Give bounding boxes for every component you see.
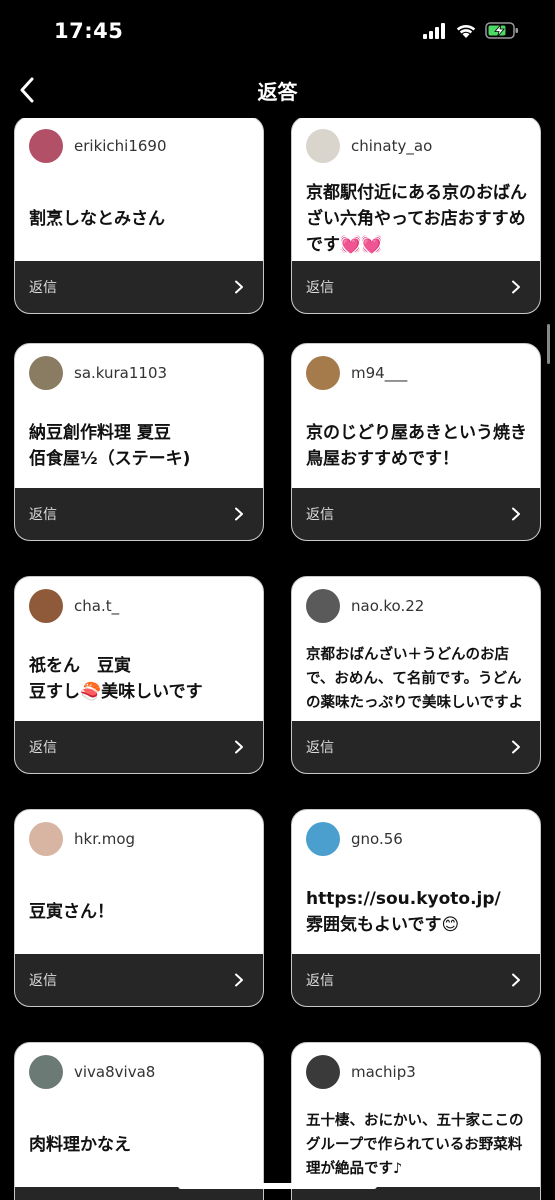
username[interactable]: gno.56	[351, 830, 403, 848]
avatar[interactable]	[29, 356, 63, 390]
card-header: cha.t_	[29, 589, 119, 623]
reply-button[interactable]: 返信	[292, 261, 540, 313]
reply-label: 返信	[306, 973, 334, 989]
response-text: 京のじどり屋あきという焼き鳥屋おすすめです！	[306, 423, 527, 469]
chevron-right-icon	[512, 280, 520, 294]
card-header: gno.56	[306, 822, 403, 856]
username[interactable]: sa.kura1103	[74, 364, 167, 382]
chevron-right-icon	[512, 973, 520, 987]
card-header: sa.kura1103	[29, 356, 167, 390]
username[interactable]: nao.ko.22	[351, 597, 424, 615]
response-card: cha.t_ 祇をん 豆寅 豆すし🍣美味しいです返信	[14, 576, 264, 774]
username[interactable]: hkr.mog	[74, 830, 135, 848]
response-text: https://sou.kyoto.jp/ 雰囲気もよいです😊	[306, 889, 501, 935]
response-card: sa.kura1103 納豆創作料理 夏豆 佰食屋½（ステーキ) 返信	[14, 343, 264, 541]
card-header: erikichi1690	[29, 129, 167, 163]
response-card: m94___ 京のじどり屋あきという焼き鳥屋おすすめです！ 返信	[291, 343, 541, 541]
status-bar: 17:45	[0, 0, 555, 62]
avatar[interactable]	[306, 356, 340, 390]
card-header: viva8viva8	[29, 1055, 155, 1089]
username[interactable]: machip3	[351, 1063, 416, 1081]
response-card: chinaty_ao 京都駅付近にある京のおばんざい六角やってお店おすすめです💓💓…	[291, 118, 541, 314]
response-text: 割烹しなとみさん	[29, 209, 165, 229]
reply-label: 返信	[29, 507, 57, 523]
reply-label: 返信	[29, 280, 57, 296]
username[interactable]: erikichi1690	[74, 137, 167, 155]
response-card: erikichi1690 割烹しなとみさん返信	[14, 118, 264, 314]
cellular-signal-icon	[423, 22, 445, 39]
avatar[interactable]	[306, 129, 340, 163]
response-text: 肉料理かなえ	[29, 1135, 131, 1155]
nav-bar: 返答	[0, 62, 555, 118]
reply-label: 返信	[306, 507, 334, 523]
reply-label: 返信	[29, 740, 57, 756]
username[interactable]: chinaty_ao	[351, 137, 432, 155]
response-text: 納豆創作料理 夏豆 佰食屋½（ステーキ)	[29, 423, 191, 469]
avatar[interactable]	[29, 129, 63, 163]
status-time: 17:45	[54, 19, 124, 43]
avatar[interactable]	[29, 1055, 63, 1089]
response-card: viva8viva8肉料理かなえ返信	[14, 1042, 264, 1200]
wifi-icon	[456, 24, 476, 38]
card-header: nao.ko.22	[306, 589, 424, 623]
response-text: 五十棲、おにかい、五十家ここのグループで作られているお野菜料理が絶品です♪	[306, 1113, 524, 1177]
reply-button[interactable]: 返信	[292, 954, 540, 1006]
reply-label: 返信	[306, 740, 334, 756]
scroll-indicator[interactable]	[547, 324, 550, 364]
reply-button[interactable]: 返信	[15, 954, 263, 1006]
avatar[interactable]	[306, 822, 340, 856]
card-header: hkr.mog	[29, 822, 135, 856]
reply-button[interactable]: 返信	[292, 488, 540, 540]
chevron-right-icon	[235, 507, 243, 521]
battery-charging-icon	[485, 22, 518, 39]
chevron-right-icon	[235, 740, 243, 754]
chevron-right-icon	[235, 973, 243, 987]
avatar[interactable]	[306, 589, 340, 623]
card-header: machip3	[306, 1055, 416, 1089]
response-text: 京都おばんざい＋うどんのお店で、おめん、て名前です。うどんの薬味たっぷりで美味し…	[306, 647, 524, 711]
card-header: m94___	[306, 356, 407, 390]
username[interactable]: viva8viva8	[74, 1063, 155, 1081]
card-header: chinaty_ao	[306, 129, 432, 163]
response-card: machip3 五十棲、おにかい、五十家ここのグループで作られているお野菜料理が絶…	[291, 1042, 541, 1200]
reply-button[interactable]: 返信	[15, 721, 263, 773]
reply-label: 返信	[306, 280, 334, 296]
username[interactable]: cha.t_	[74, 597, 119, 615]
response-text: 祇をん 豆寅 豆すし🍣美味しいです	[29, 656, 203, 702]
chevron-right-icon	[235, 280, 243, 294]
reply-button[interactable]: 返信	[15, 261, 263, 313]
response-text: 京都駅付近にある京のおばんざい六角やってお店おすすめです💓💓	[306, 183, 527, 255]
response-grid: erikichi1690 割烹しなとみさん返信 chinaty_ao 京都駅付近にある…	[0, 118, 555, 1200]
response-card: nao.ko.22 京都おばんざい＋うどんのお店で、おめん、て名前です。うどんの薬…	[291, 576, 541, 774]
avatar[interactable]	[29, 589, 63, 623]
chevron-right-icon	[512, 740, 520, 754]
reply-label: 返信	[29, 973, 57, 989]
status-icons	[423, 22, 519, 39]
response-card: gno.56 https://sou.kyoto.jp/ 雰囲気もよいです😊 返信	[291, 809, 541, 1007]
page-title: 返答	[257, 80, 298, 104]
reply-button[interactable]: 返信	[292, 721, 540, 773]
response-text: 豆寅さん！	[29, 902, 114, 922]
username[interactable]: m94___	[351, 364, 407, 382]
response-card: hkr.mog 豆寅さん！ 返信	[14, 809, 264, 1007]
home-indicator[interactable]	[178, 1183, 377, 1189]
avatar[interactable]	[29, 822, 63, 856]
avatar[interactable]	[306, 1055, 340, 1089]
chevron-right-icon	[512, 507, 520, 521]
reply-button[interactable]: 返信	[15, 488, 263, 540]
